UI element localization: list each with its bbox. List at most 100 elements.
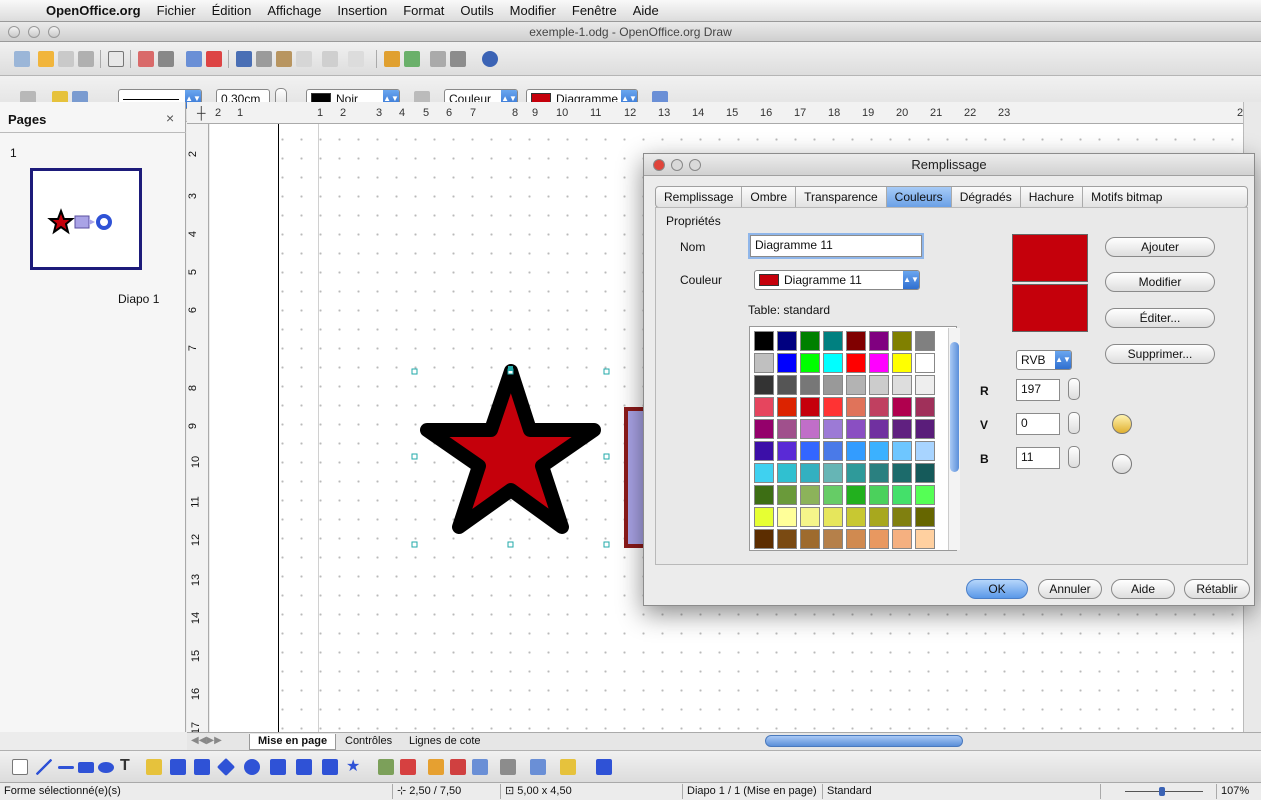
gallery-icon[interactable] xyxy=(472,759,488,775)
copy-icon[interactable] xyxy=(256,51,272,67)
palette-color-cell[interactable] xyxy=(823,353,843,373)
tab-controles[interactable]: Contrôles xyxy=(337,734,400,750)
b-input[interactable]: 11 xyxy=(1016,447,1060,469)
palette-color-cell[interactable] xyxy=(823,419,843,439)
palette-color-cell[interactable] xyxy=(777,353,797,373)
palette-color-cell[interactable] xyxy=(846,331,866,351)
palette-color-cell[interactable] xyxy=(892,331,912,351)
palette-color-cell[interactable] xyxy=(823,331,843,351)
palette-color-cell[interactable] xyxy=(777,375,797,395)
tab-remplissage[interactable]: Remplissage xyxy=(656,187,743,207)
star-point-handle[interactable] xyxy=(508,366,513,371)
new-document-icon[interactable] xyxy=(14,51,30,67)
save-icon[interactable] xyxy=(58,51,74,67)
palette-color-cell[interactable] xyxy=(846,529,866,549)
stars-icon[interactable]: ★ xyxy=(346,756,360,776)
curve-tool-icon[interactable] xyxy=(146,759,162,775)
palette-color-cell[interactable] xyxy=(754,419,774,439)
palette-color-cell[interactable] xyxy=(915,419,935,439)
palette-color-cell[interactable] xyxy=(869,529,889,549)
tab-hachure[interactable]: Hachure xyxy=(1021,187,1084,207)
palette-color-cell[interactable] xyxy=(800,441,820,461)
dialog-zoom-button[interactable] xyxy=(689,159,701,171)
palette-color-cell[interactable] xyxy=(777,397,797,417)
connector-tool-icon[interactable] xyxy=(170,759,186,775)
symbol-shapes-icon[interactable] xyxy=(244,759,260,775)
close-icon[interactable]: × xyxy=(166,110,174,126)
selection-handle[interactable] xyxy=(411,453,418,460)
selection-handle[interactable] xyxy=(603,368,610,375)
palette-color-cell[interactable] xyxy=(777,529,797,549)
palette-color-cell[interactable] xyxy=(846,375,866,395)
paste-icon[interactable] xyxy=(276,51,292,67)
palette-color-cell[interactable] xyxy=(892,375,912,395)
tab-ombre[interactable]: Ombre xyxy=(742,187,797,207)
menu-fichier[interactable]: Fichier xyxy=(149,3,204,18)
palette-color-cell[interactable] xyxy=(800,331,820,351)
glue-points-icon[interactable] xyxy=(400,759,416,775)
palette-color-cell[interactable] xyxy=(823,529,843,549)
palette-color-cell[interactable] xyxy=(800,375,820,395)
fontwork-icon[interactable] xyxy=(428,759,444,775)
palette-color-cell[interactable] xyxy=(869,419,889,439)
block-arrows-icon[interactable] xyxy=(270,759,286,775)
g-stepper[interactable] xyxy=(1068,412,1080,434)
open-icon[interactable] xyxy=(38,51,54,67)
rotate-icon[interactable] xyxy=(500,759,516,775)
slide-thumbnail[interactable] xyxy=(30,168,142,270)
palette-color-cell[interactable] xyxy=(846,507,866,527)
palette-color-cell[interactable] xyxy=(915,507,935,527)
load-palette-icon[interactable] xyxy=(1112,414,1132,434)
alignment-icon[interactable] xyxy=(530,759,546,775)
palette-color-cell[interactable] xyxy=(823,485,843,505)
draw-functions-icon[interactable] xyxy=(430,51,446,67)
spellcheck-icon[interactable] xyxy=(186,51,202,67)
undo-icon[interactable] xyxy=(322,51,338,67)
color-palette[interactable] xyxy=(749,326,957,551)
horizontal-scrollbar-thumb[interactable] xyxy=(765,735,963,747)
palette-color-cell[interactable] xyxy=(869,507,889,527)
rectangle-tool-icon[interactable] xyxy=(78,762,94,773)
selection-handle[interactable] xyxy=(411,541,418,548)
palette-color-cell[interactable] xyxy=(915,375,935,395)
palette-color-cell[interactable] xyxy=(754,507,774,527)
palette-color-cell[interactable] xyxy=(754,353,774,373)
palette-color-cell[interactable] xyxy=(846,485,866,505)
help-button[interactable]: Aide xyxy=(1111,579,1175,599)
r-stepper[interactable] xyxy=(1068,378,1080,400)
basic-shapes-icon[interactable] xyxy=(216,757,236,777)
palette-color-cell[interactable] xyxy=(915,529,935,549)
palette-color-cell[interactable] xyxy=(823,375,843,395)
ellipse-tool-icon[interactable] xyxy=(98,762,114,773)
palette-color-cell[interactable] xyxy=(823,397,843,417)
ruler-tab-icon[interactable]: ┼ xyxy=(197,106,206,120)
palette-color-cell[interactable] xyxy=(754,375,774,395)
palette-color-cell[interactable] xyxy=(892,397,912,417)
dialog-close-button[interactable] xyxy=(653,159,665,171)
palette-color-cell[interactable] xyxy=(754,331,774,351)
palette-color-cell[interactable] xyxy=(846,463,866,483)
palette-color-cell[interactable] xyxy=(754,441,774,461)
callouts-icon[interactable] xyxy=(322,759,338,775)
cancel-button[interactable]: Annuler xyxy=(1038,579,1102,599)
g-input[interactable]: 0 xyxy=(1016,413,1060,435)
delete-button[interactable]: Supprimer... xyxy=(1105,344,1215,364)
palette-color-cell[interactable] xyxy=(869,397,889,417)
tab-motifs-bitmap[interactable]: Motifs bitmap xyxy=(1083,187,1170,207)
line-tool-icon[interactable] xyxy=(36,759,52,775)
navigator-icon[interactable] xyxy=(404,51,420,67)
palette-color-cell[interactable] xyxy=(754,397,774,417)
palette-color-cell[interactable] xyxy=(800,419,820,439)
palette-color-cell[interactable] xyxy=(892,419,912,439)
modify-button[interactable]: Modifier xyxy=(1105,272,1215,292)
extrusion-icon[interactable] xyxy=(596,759,612,775)
arrow-tool-icon[interactable] xyxy=(58,766,74,769)
palette-color-cell[interactable] xyxy=(915,485,935,505)
tab-degrades[interactable]: Dégradés xyxy=(952,187,1021,207)
palette-color-cell[interactable] xyxy=(754,463,774,483)
autospell-icon[interactable] xyxy=(206,51,222,67)
from-file-icon[interactable] xyxy=(450,759,466,775)
palette-color-cell[interactable] xyxy=(915,353,935,373)
status-zoom[interactable]: 107% xyxy=(1216,784,1261,799)
flowchart-icon[interactable] xyxy=(296,759,312,775)
